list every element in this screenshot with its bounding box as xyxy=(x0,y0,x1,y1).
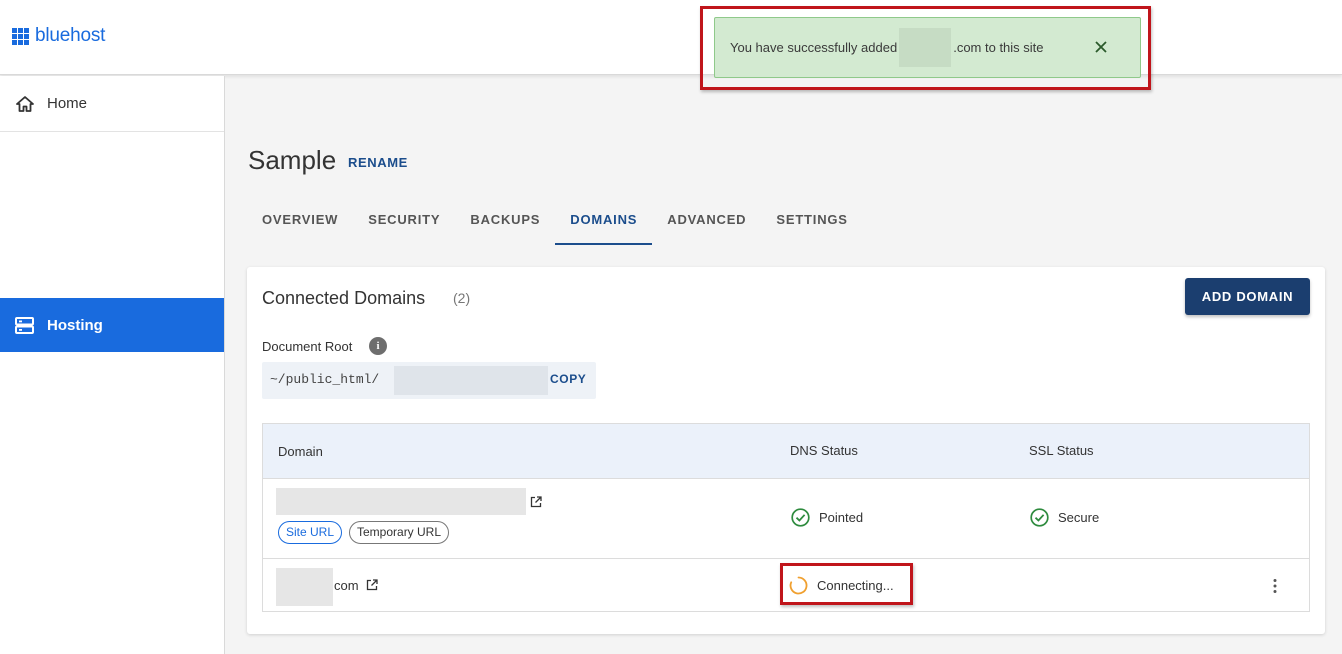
tab-security[interactable]: SECURITY xyxy=(353,200,455,245)
domain-name: com xyxy=(334,578,359,593)
toast-text-before: You have successfully added xyxy=(730,40,898,55)
tab-advanced[interactable]: ADVANCED xyxy=(652,200,761,245)
tab-settings[interactable]: SETTINGS xyxy=(761,200,862,245)
dns-status-text: Pointed xyxy=(819,510,864,525)
column-header-dns: DNS Status xyxy=(790,443,858,458)
tab-overview[interactable]: OVERVIEW xyxy=(247,200,353,245)
redacted-path xyxy=(394,366,548,395)
check-circle-icon xyxy=(791,508,810,527)
sidebar-item-label: Home xyxy=(47,95,88,112)
document-root-box: ~/public_html/ COPY xyxy=(262,362,596,399)
external-link-icon[interactable] xyxy=(530,496,542,508)
bluehost-logo[interactable]: bluehost xyxy=(12,25,105,47)
more-options-icon[interactable] xyxy=(1271,578,1279,594)
toast-text-after: .com to this site xyxy=(953,40,1044,55)
page-title: Sample xyxy=(248,145,337,175)
site-url-tag: Site URL xyxy=(278,521,343,544)
document-root-path: ~/public_html/ xyxy=(270,372,380,387)
copy-button[interactable]: COPY xyxy=(550,372,586,386)
tab-bar: OVERVIEW SECURITY BACKUPS DOMAINS ADVANC… xyxy=(247,200,863,245)
table-row: Site URL Temporary URL Pointed Secure xyxy=(263,479,1309,559)
sidebar-item-home[interactable]: Home xyxy=(0,76,224,132)
success-toast: You have successfully added .com to this… xyxy=(714,17,1141,78)
tab-backups[interactable]: BACKUPS xyxy=(455,200,555,245)
server-icon xyxy=(15,316,34,334)
temporary-url-tag: Temporary URL xyxy=(349,521,450,544)
document-root-label: Document Root xyxy=(262,339,353,354)
close-icon[interactable] xyxy=(1093,39,1109,55)
sidebar-item-hosting[interactable]: Hosting xyxy=(0,298,224,352)
ssl-status-text: Secure xyxy=(1058,510,1100,525)
ssl-status-secure: Secure xyxy=(1030,508,1099,527)
check-circle-icon xyxy=(1030,508,1049,527)
column-header-domain: Domain xyxy=(278,444,323,459)
rename-button[interactable]: RENAME xyxy=(348,155,408,170)
column-header-ssl: SSL Status xyxy=(1029,443,1094,458)
card-title: Connected Domains xyxy=(262,288,426,308)
logo-text: bluehost xyxy=(35,25,106,46)
redacted-domain xyxy=(276,568,333,606)
redacted-domain xyxy=(899,28,952,67)
domain-count: (2) xyxy=(453,290,471,306)
tab-domains[interactable]: DOMAINS xyxy=(555,200,653,245)
sidebar-item-label: Hosting xyxy=(47,316,103,334)
add-domain-button[interactable]: ADD DOMAIN xyxy=(1185,278,1310,315)
logo-grid-icon xyxy=(12,27,29,45)
home-icon xyxy=(16,95,34,112)
dns-status-pointed: Pointed xyxy=(791,508,863,527)
sidebar: Home Hosting xyxy=(0,76,225,654)
table-header: Domain DNS Status SSL Status xyxy=(263,424,1309,479)
external-link-icon[interactable] xyxy=(366,579,378,591)
info-icon[interactable]: i xyxy=(369,337,387,355)
connecting-highlight-outline xyxy=(780,563,913,605)
redacted-domain xyxy=(276,488,526,515)
